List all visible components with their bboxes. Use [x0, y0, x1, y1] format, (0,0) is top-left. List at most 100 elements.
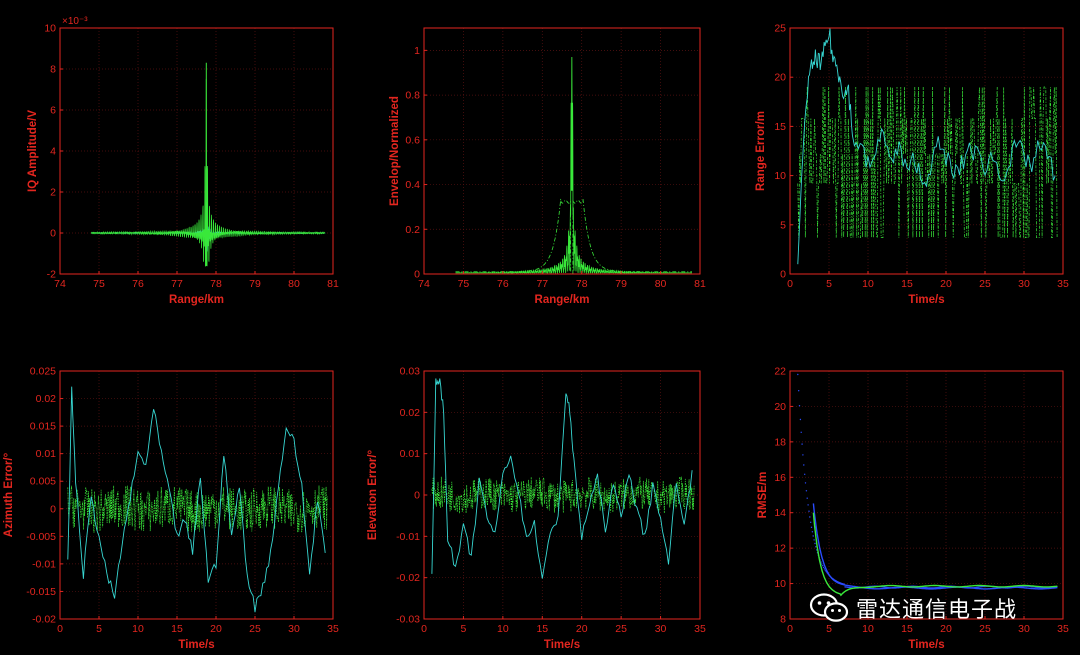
y-tick-label: 0.025 [30, 366, 56, 378]
rmse-dot [806, 497, 808, 499]
y-tick-label: 1 [414, 45, 420, 57]
y-axis-label: Envelop/Normalized [389, 96, 401, 206]
y-axis-label: Elevation Error/° [367, 449, 379, 540]
rmse-dot [804, 482, 807, 484]
rmse-dot [800, 431, 802, 433]
x-tick-label: 81 [327, 278, 339, 290]
y-tick-label: -0.02 [32, 614, 56, 626]
y-tick-label: 18 [774, 436, 786, 448]
rmse-dot [799, 418, 802, 421]
y-tick-label: 10 [774, 170, 786, 182]
y-tick-label: 0.01 [400, 448, 421, 460]
series-blue [812, 503, 1058, 590]
rmse-dot [812, 535, 814, 537]
y-tick-label: 0.2 [405, 224, 420, 236]
watermark: 雷达通信电子战 [808, 588, 1017, 628]
y-tick-label: -0.015 [26, 586, 56, 598]
x-tick-label: 75 [93, 278, 105, 290]
chart-iq: 74 75 76 77 78 79 80 81-20246810×10⁻³Range/kmIQ… [27, 16, 339, 306]
rmse-dot [803, 464, 805, 466]
x-tick-label: 0 [787, 623, 793, 635]
x-tick-label: 77 [171, 278, 183, 290]
y-tick-label: 12 [774, 543, 786, 555]
series-group [455, 57, 692, 274]
x-tick-label: 79 [615, 278, 627, 290]
y-tick-label: 0.8 [405, 90, 420, 102]
x-tick-label: 5 [826, 278, 832, 290]
y-tick-label: 2 [50, 187, 56, 199]
y-tick-label: -0.03 [396, 614, 420, 626]
rmse-dot [805, 490, 808, 492]
rmse-dot [813, 539, 815, 541]
series-green [90, 78, 326, 267]
x-tick-label: 20 [576, 623, 588, 635]
x-tick-label: 25 [249, 623, 261, 635]
x-tick-label: 78 [210, 278, 222, 290]
x-tick-label: 20 [210, 623, 222, 635]
y-tick-label: 0 [414, 269, 420, 281]
chart-az: 0 5 10 15 20 25 30 35 -0.02 -0.015 -0.01 -0.005 0 0.0… [3, 366, 339, 652]
x-tick-label: 10 [862, 278, 874, 290]
x-tick-label: 0 [57, 623, 63, 635]
rmse-dot [822, 566, 825, 569]
x-tick-label: 20 [940, 278, 952, 290]
x-tick-label: 75 [458, 278, 470, 290]
series-group [431, 378, 695, 579]
x-tick-label: 30 [1018, 278, 1030, 290]
rmse-dot [798, 390, 800, 392]
y-tick-label: -0.01 [396, 531, 420, 543]
y-tick-label: 0 [50, 503, 56, 515]
x-tick-label: 30 [655, 623, 667, 635]
watermark-text: 雷达通信电子战 [856, 598, 1018, 623]
y-tick-label: 16 [774, 472, 786, 484]
rmse-dot [814, 542, 816, 545]
y-tick-label: 0.01 [36, 448, 57, 460]
x-tick-label: 15 [536, 623, 548, 635]
x-tick-label: 10 [497, 623, 509, 635]
y-axis-label: Azimuth Error/° [3, 452, 15, 537]
x-tick-label: 25 [615, 623, 627, 635]
x-axis-label: Time/s [908, 639, 944, 651]
x-tick-label: 35 [327, 623, 339, 635]
x-tick-label: 0 [421, 623, 427, 635]
x-tick-label: 30 [1018, 623, 1030, 635]
x-tick-label: 81 [694, 278, 706, 290]
rmse-dot [809, 516, 811, 518]
rmse-dot [823, 568, 826, 570]
rmse-dot [821, 563, 823, 565]
y-tick-label: 5 [780, 219, 786, 231]
x-tick-label: 80 [288, 278, 300, 290]
x-tick-label: 76 [132, 278, 144, 290]
axes-box [789, 370, 1064, 620]
y-axis-label: RMSE/m [757, 472, 769, 519]
x-tick-label: 35 [694, 623, 706, 635]
x-axis-label: Range/km [535, 294, 590, 306]
rmse-dot [822, 565, 824, 567]
y-tick-label: 20 [774, 401, 786, 413]
y-tick-label: -0.02 [396, 572, 420, 584]
y-tick-label: 10 [44, 23, 56, 35]
y-tick-label: 0 [50, 228, 56, 240]
axes-box [789, 27, 1064, 275]
y-tick-label: 0.4 [405, 179, 420, 191]
figure-canvas: 74 75 76 77 78 79 80 81-20246810×10⁻³Range/kmIQ… [3, 16, 1069, 652]
x-tick-label: 35 [1057, 278, 1069, 290]
series-envelope [455, 57, 692, 274]
y-axis-label: Range Error/m [755, 111, 767, 191]
x-tick-label: 78 [576, 278, 588, 290]
x-tick-label: 35 [1057, 623, 1069, 635]
x-tick-label: 76 [497, 278, 509, 290]
x-axis-label: Time/s [908, 294, 944, 306]
x-tick-label: 15 [171, 623, 183, 635]
y-tick-label: 25 [774, 23, 786, 35]
axis-exponent: ×10⁻³ [62, 16, 88, 27]
y-tick-label: 0.03 [400, 366, 421, 378]
x-tick-label: 25 [979, 278, 991, 290]
y-tick-label: 10 [774, 578, 786, 590]
rmse-dot [797, 373, 799, 376]
series-group [90, 62, 326, 267]
y-tick-label: -0.005 [26, 531, 56, 543]
y-tick-label: 20 [774, 72, 786, 84]
x-tick-label: 10 [132, 623, 144, 635]
x-tick-label: 15 [901, 278, 913, 290]
